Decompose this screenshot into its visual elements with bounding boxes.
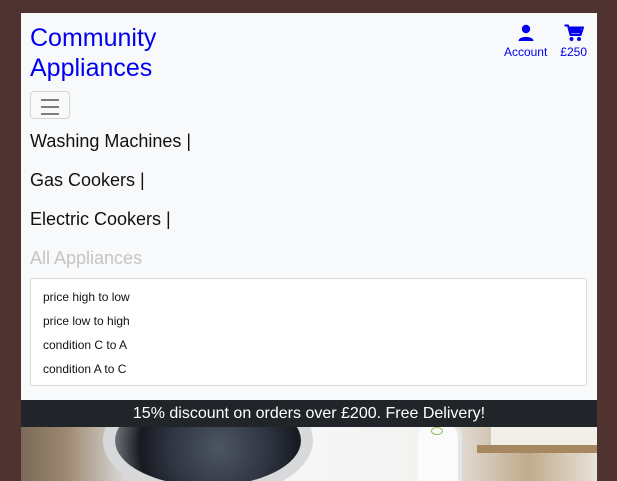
sort-option-price-desc[interactable]: price high to low — [31, 287, 586, 311]
wooden-shelf — [477, 445, 597, 453]
nav-toggle-button[interactable] — [30, 91, 70, 119]
nav-all-appliances[interactable]: All Appliances — [30, 247, 142, 269]
hero-image — [21, 427, 597, 481]
hamburger-menu-icon — [41, 99, 59, 101]
washing-machine-door — [103, 427, 313, 481]
sort-option-condition-desc[interactable]: condition C to A — [31, 335, 586, 359]
account-label: Account — [503, 45, 548, 59]
bottle-cap — [431, 427, 443, 435]
user-icon — [518, 24, 534, 41]
account-link[interactable]: Account — [504, 24, 547, 59]
hamburger-line — [41, 113, 59, 115]
nav-gas-cookers[interactable]: Gas Cookers | — [30, 169, 145, 191]
detergent-bottle — [418, 427, 462, 481]
header-links: Account £250 — [504, 24, 587, 59]
folded-towels — [491, 427, 597, 447]
cart-total: £250 — [560, 45, 587, 59]
page: Community Appliances Account £250 Washin… — [21, 13, 597, 481]
sort-options-list[interactable]: price high to low price low to high cond… — [30, 278, 587, 386]
cart-icon — [564, 24, 584, 41]
promo-banner: 15% discount on orders over £200. Free D… — [21, 400, 597, 427]
cart-link[interactable]: £250 — [560, 24, 587, 59]
nav-washing-machines[interactable]: Washing Machines | — [30, 130, 191, 152]
nav-electric-cookers[interactable]: Electric Cookers | — [30, 208, 171, 230]
hamburger-line — [41, 106, 59, 108]
sort-option-condition-asc[interactable]: condition A to C — [31, 359, 586, 383]
sort-option-price-asc[interactable]: price low to high — [31, 311, 586, 335]
brand-link[interactable]: Community Appliances — [30, 23, 210, 83]
